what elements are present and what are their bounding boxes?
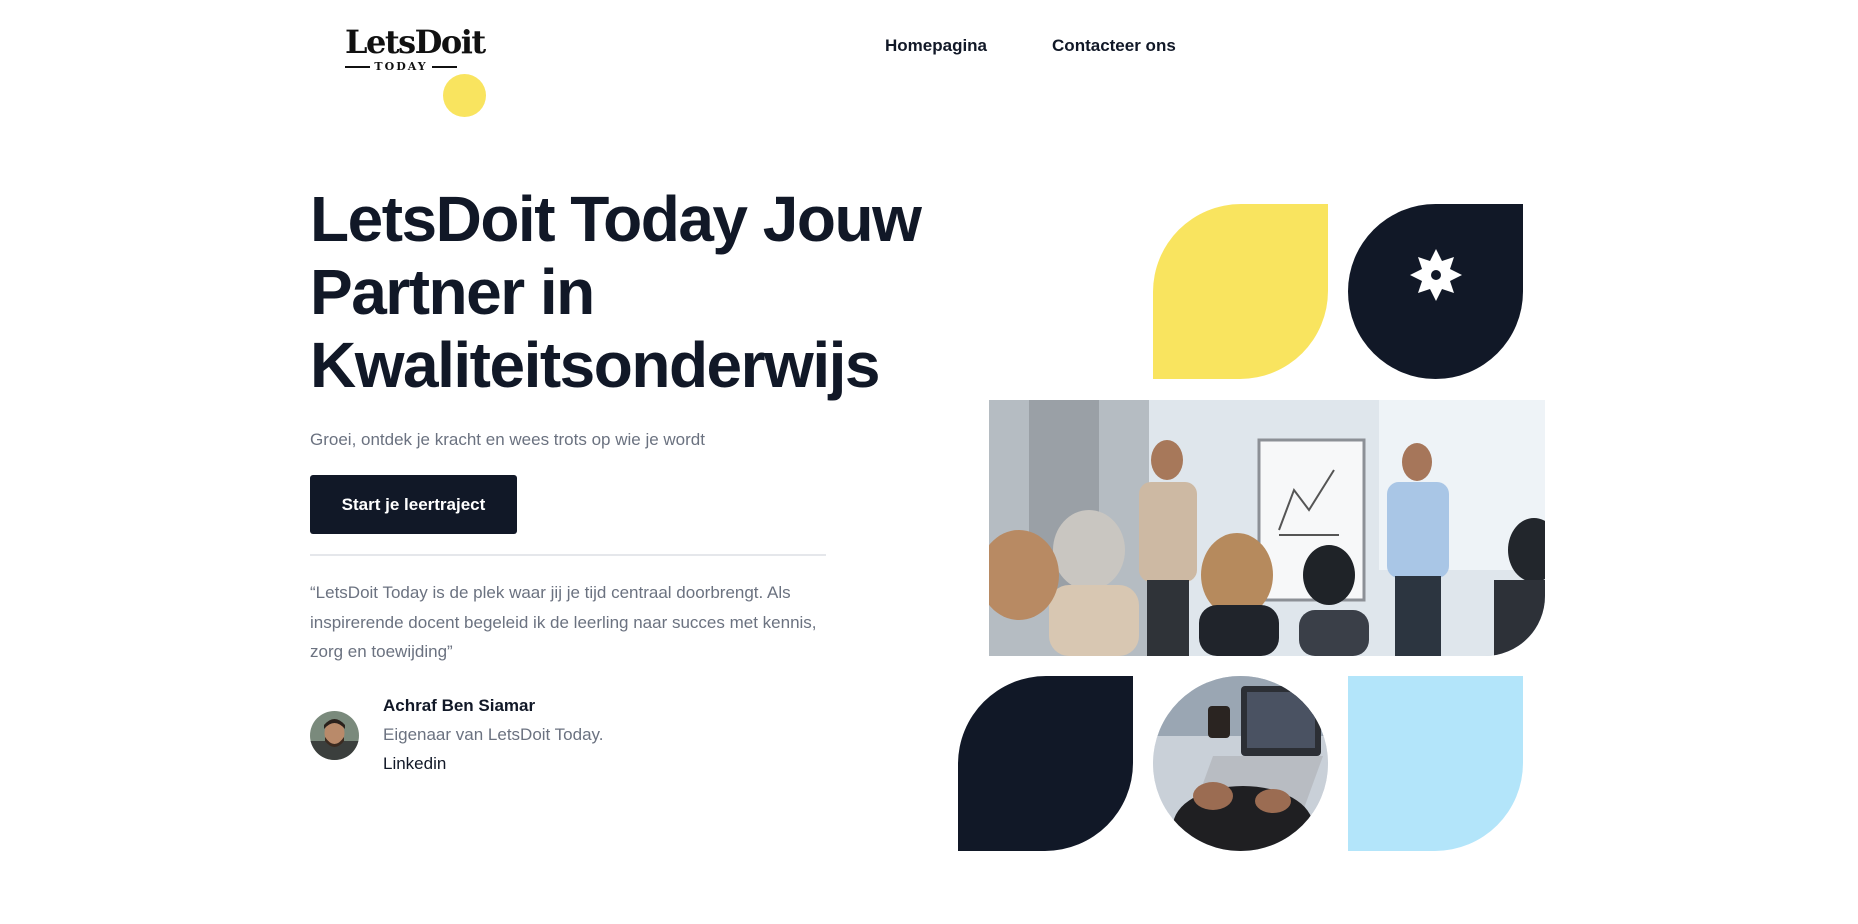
logo-rule-left <box>345 65 371 68</box>
start-learning-button[interactable]: Start je leertraject <box>310 475 517 534</box>
light-blue-leaf-shape <box>1348 676 1523 851</box>
main-nav: Homepagina Contacteer ons <box>885 36 1176 56</box>
site-logo[interactable]: LetsDoit TODAY <box>345 23 486 73</box>
yellow-leaf-shape <box>1153 204 1328 379</box>
logo-tagline-text: TODAY <box>374 60 428 73</box>
divider <box>310 554 826 556</box>
linkedin-link[interactable]: Linkedin <box>383 754 446 774</box>
star-burst-icon <box>1410 249 1462 301</box>
logo-tagline: TODAY <box>345 60 457 73</box>
nav-link-home[interactable]: Homepagina <box>885 36 987 56</box>
navy-leaf-shape-bottom <box>958 676 1133 851</box>
author-role: Eigenaar van LetsDoit Today. <box>383 725 604 744</box>
author-name: Achraf Ben Siamar <box>383 696 536 715</box>
nav-link-contact[interactable]: Contacteer ons <box>1052 36 1176 56</box>
hero-title: LetsDoit Today Jouw Partner in Kwaliteit… <box>310 183 922 401</box>
testimonial-quote: “LetsDoit Today is de plek waar jij je t… <box>310 583 817 661</box>
logo-rule-right <box>431 65 457 68</box>
logo-wordmark: LetsDoit <box>345 23 486 61</box>
classroom-presentation-photo <box>989 400 1545 656</box>
decorative-yellow-dot <box>443 74 486 117</box>
author-avatar <box>310 711 359 760</box>
laptop-work-photo <box>1153 676 1328 851</box>
navy-leaf-shape <box>1348 204 1523 379</box>
hero-subtitle: Groei, ontdek je kracht en wees trots op… <box>310 430 705 449</box>
